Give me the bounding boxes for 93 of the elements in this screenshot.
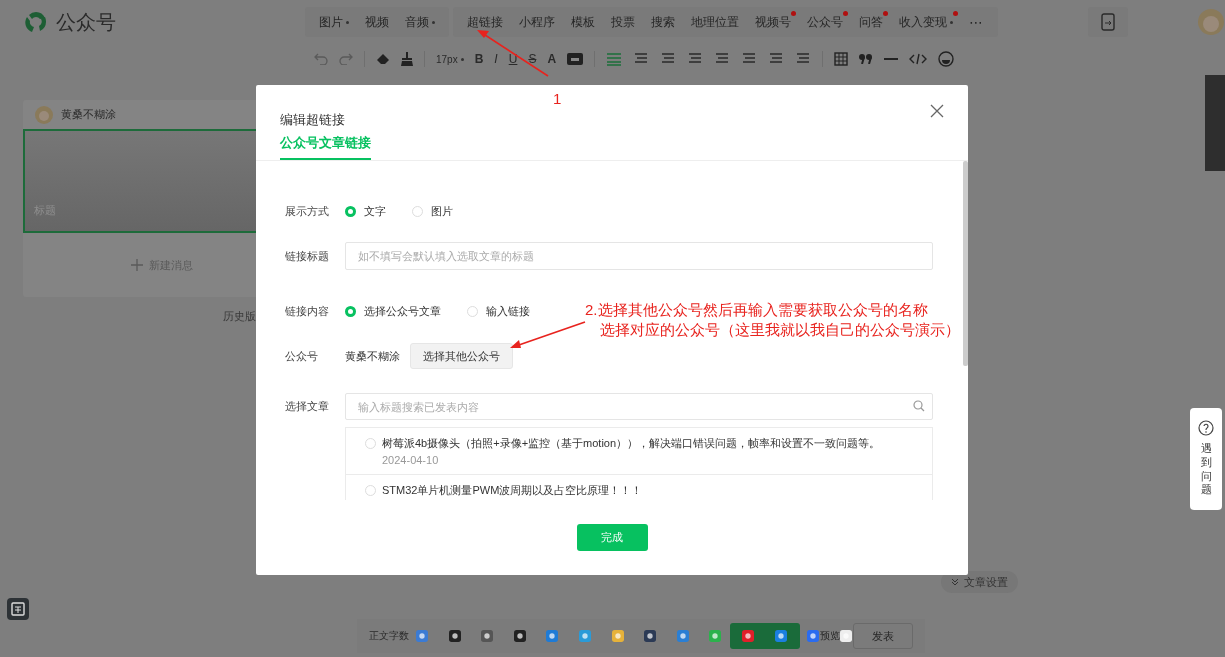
- format-button[interactable]: A: [547, 52, 557, 66]
- undo-icon[interactable]: [314, 53, 328, 65]
- radio-label[interactable]: 选择公众号文章: [364, 303, 441, 319]
- insert-menu-item[interactable]: 问答: [851, 7, 891, 37]
- radio-button[interactable]: [345, 305, 356, 317]
- annotation-text: 选择对应的公众号（这里我就以我自己的公众号演示）: [599, 320, 960, 340]
- annotation-arrow: [477, 30, 549, 77]
- radio-button[interactable]: [345, 205, 356, 217]
- emoji-icon[interactable]: [938, 51, 955, 67]
- notification-dot: [843, 11, 848, 16]
- radio-label[interactable]: 图片: [431, 203, 453, 219]
- align-icon[interactable]: [687, 52, 704, 66]
- article-item[interactable]: STM32单片机测量PWM波周期以及占空比原理！！！: [346, 475, 932, 500]
- publish-button[interactable]: 发表: [853, 623, 913, 649]
- divider-icon[interactable]: [884, 57, 899, 61]
- caret-icon: [346, 20, 349, 24]
- field-label: 公众号: [285, 348, 319, 364]
- insert-menu-item[interactable]: 公众号: [799, 7, 851, 37]
- article-title: STM32单片机测量PWM波周期以及占空比原理！！！: [382, 483, 643, 498]
- field-label: 链接内容: [285, 303, 330, 319]
- field-label: 选择文章: [285, 399, 330, 414]
- font-size-dropdown[interactable]: 17px: [436, 53, 464, 65]
- caret-icon: [432, 20, 435, 24]
- chevron-icon: [951, 578, 959, 586]
- close-icon[interactable]: [930, 104, 944, 118]
- notification-dot: [791, 11, 796, 16]
- format-button[interactable]: B: [474, 52, 484, 66]
- quote-icon[interactable]: [859, 54, 874, 64]
- insert-menu-item[interactable]: 图片: [311, 7, 357, 37]
- annotation-number: 1: [553, 90, 562, 107]
- insert-menu-item[interactable]: 音频: [397, 7, 443, 37]
- redo-icon[interactable]: [339, 53, 353, 65]
- help-panel[interactable]: 遇到问题: [1190, 408, 1222, 510]
- align-icon[interactable]: [633, 52, 650, 66]
- help-label: 遇到问题: [1200, 442, 1212, 497]
- help-icon: [1198, 420, 1214, 436]
- account-name: 黄桑不糊涂: [345, 348, 400, 364]
- align-icon[interactable]: [795, 52, 812, 66]
- account-name: 黄桑不糊涂: [61, 107, 116, 122]
- align-icon[interactable]: [741, 52, 758, 66]
- plus-icon: [130, 259, 143, 271]
- table-icon[interactable]: [834, 52, 849, 66]
- dialog-tab[interactable]: 公众号文章链接: [280, 134, 371, 160]
- more-button[interactable]: ⋯: [961, 7, 992, 37]
- insert-menu-item[interactable]: 投票: [603, 7, 643, 37]
- link-title-field[interactable]: 如不填写会默认填入选取文章的标题: [345, 242, 933, 270]
- radio-label[interactable]: 输入链接: [486, 303, 530, 319]
- insert-menu-item[interactable]: 超链接: [459, 7, 511, 37]
- align-icon[interactable]: [768, 52, 785, 66]
- article-title: 树莓派4b摄像头（拍照+录像+监控（基于motion）），解决端口错误问题，帧率和设置不一致问题等。: [382, 436, 881, 451]
- insert-menu-item[interactable]: 模板: [563, 7, 603, 37]
- insert-menu-item[interactable]: 搜索: [643, 7, 683, 37]
- dialog-title: 编辑超链接: [280, 111, 345, 129]
- article-settings-button[interactable]: 文章设置: [941, 571, 1018, 593]
- taskbar-app-icon[interactable]: [481, 630, 494, 642]
- history-link[interactable]: 历史版: [223, 309, 256, 324]
- logo-icon: [25, 11, 47, 33]
- annotation-text: 2.选择其他公众号然后再输入需要获取公众号的名称: [585, 300, 929, 320]
- insert-menu-item[interactable]: 视频号: [747, 7, 799, 37]
- radio-label[interactable]: 文字: [364, 203, 386, 219]
- done-button[interactable]: 完成: [576, 524, 648, 551]
- notification-dot: [883, 11, 888, 16]
- align-icon[interactable]: [714, 52, 731, 66]
- insert-menu-item[interactable]: 小程序: [511, 7, 563, 37]
- scrollbar[interactable]: [963, 161, 968, 366]
- brush-icon[interactable]: [401, 52, 413, 66]
- side-scrollbar[interactable]: [1205, 75, 1225, 171]
- eraser-icon[interactable]: [376, 52, 390, 66]
- insert-menu-item[interactable]: 地理位置: [683, 7, 747, 37]
- insert-menu-item[interactable]: 视频: [357, 7, 397, 37]
- floating-tool-icon[interactable]: [7, 598, 29, 620]
- notification-dot: [953, 11, 958, 16]
- taskbar-app-icon[interactable]: [644, 630, 657, 642]
- format-button[interactable]: I: [494, 52, 498, 66]
- select-account-button[interactable]: 选择其他公众号: [410, 343, 513, 369]
- field-label: 链接标题: [285, 248, 330, 264]
- avatar-icon: [35, 105, 53, 124]
- logo-text: 公众号: [56, 9, 116, 35]
- caret-icon: [950, 20, 953, 24]
- preview-button[interactable]: 预览: [819, 623, 840, 649]
- article-item[interactable]: 树莓派4b摄像头（拍照+录像+监控（基于motion）），解决端口错误问题，帧率和设置不一致问题等。 2024-04-10: [346, 428, 932, 475]
- format-button[interactable]: S: [528, 52, 537, 66]
- align-icon[interactable]: [660, 52, 677, 66]
- word-count-label: 正文字数: [369, 629, 409, 643]
- highlight-icon[interactable]: [567, 53, 584, 65]
- code-icon[interactable]: [909, 53, 928, 65]
- phone-icon: [1101, 13, 1115, 31]
- article-search-field[interactable]: 输入标题搜索已发表内容: [345, 393, 933, 420]
- insert-menu-item[interactable]: 收入变现: [891, 7, 961, 37]
- phone-preview-button[interactable]: [1088, 7, 1128, 37]
- article-date: 2024-04-10: [382, 454, 440, 466]
- format-button[interactable]: U: [508, 52, 518, 66]
- search-icon[interactable]: [913, 400, 925, 412]
